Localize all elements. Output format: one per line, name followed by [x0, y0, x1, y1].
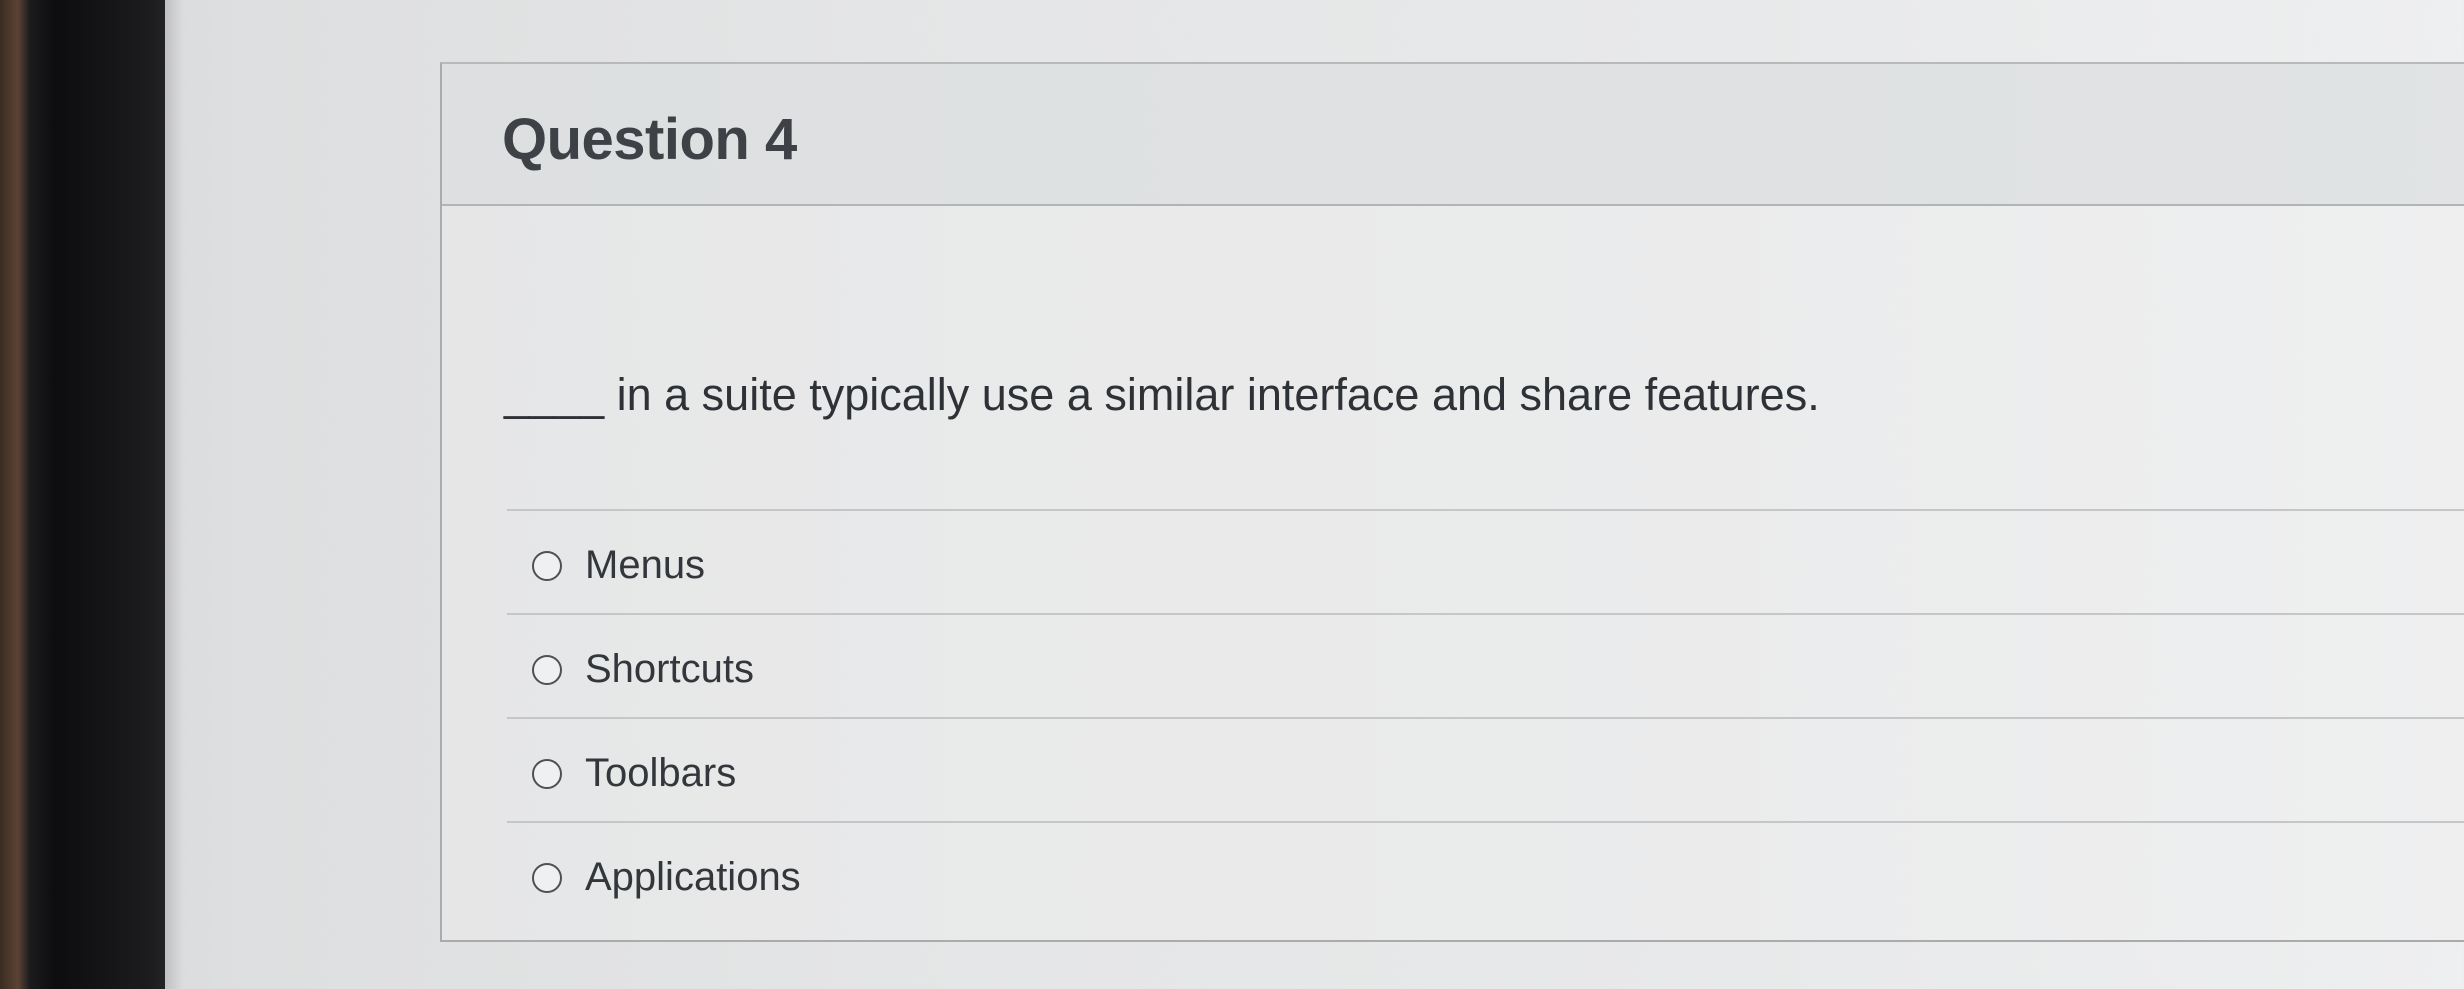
answer-option-menus[interactable]: Menus — [507, 509, 2464, 613]
radio-button-icon[interactable] — [532, 551, 562, 581]
radio-button-icon[interactable] — [532, 863, 562, 893]
answer-label[interactable]: Applications — [585, 855, 801, 900]
answer-option-applications[interactable]: Applications — [507, 821, 2464, 925]
radio-button-icon[interactable] — [532, 759, 562, 789]
answer-option-shortcuts[interactable]: Shortcuts — [507, 613, 2464, 717]
question-prompt: ____ in a suite typically use a similar … — [504, 369, 1820, 420]
question-header: Question 4 — [442, 64, 2464, 206]
answer-label[interactable]: Toolbars — [585, 751, 736, 796]
question-title: Question 4 — [502, 107, 797, 172]
radio-button-icon[interactable] — [532, 655, 562, 685]
answer-option-toolbars[interactable]: Toolbars — [507, 717, 2464, 821]
answer-label[interactable]: Menus — [585, 543, 705, 588]
monitor-bezel — [0, 0, 165, 989]
answer-label[interactable]: Shortcuts — [585, 647, 754, 692]
question-card: Question 4 ____ in a suite typically use… — [440, 62, 2464, 942]
answer-list: Menus Shortcuts Toolbars Applications — [507, 509, 2464, 925]
screen-edge-shadow — [165, 0, 183, 989]
